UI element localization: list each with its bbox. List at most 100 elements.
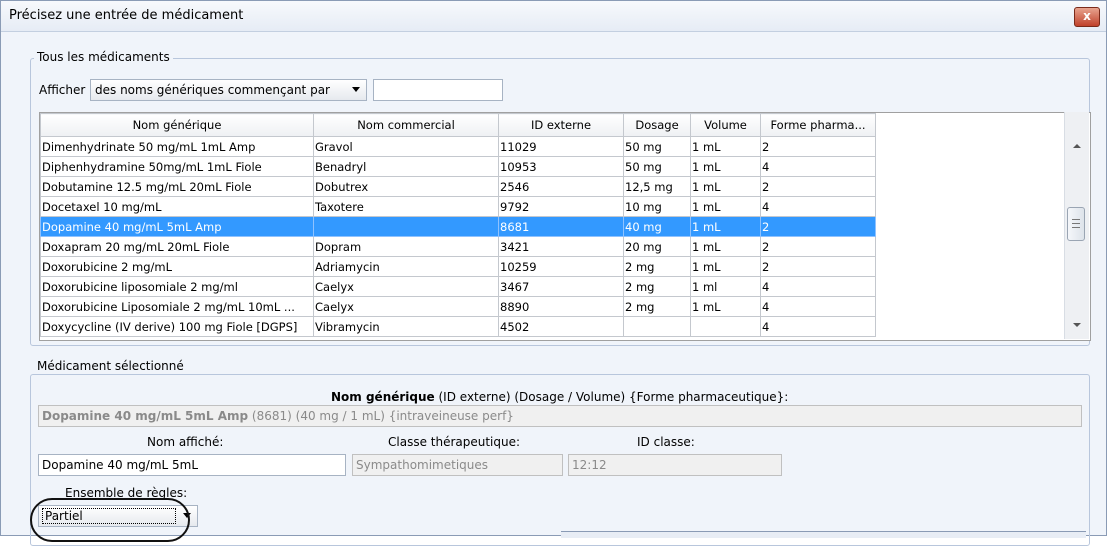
table-cell: 4 <box>760 296 876 317</box>
table-cell: 2546 <box>498 176 624 197</box>
table-row[interactable]: Dopamine 40 mg/mL 5mL Amp 8681 40 mg 1 mL 2 <box>40 216 876 237</box>
table-cell: 11029 <box>498 136 624 157</box>
table-cell: 8890 <box>498 296 624 317</box>
title-bar: Précisez une entrée de médicament x <box>1 1 1106 32</box>
table-cell: Doxorubicine Liposomiale 2 mg/mL 10mL ..… <box>40 296 314 317</box>
table-cell: 2 mg <box>623 256 691 277</box>
table-cell: 1 mL <box>690 156 761 177</box>
table-cell: Docetaxel 10 mg/mL <box>40 196 314 217</box>
table-cell: 2 mg <box>623 276 691 297</box>
table-cell: Taxotere <box>313 196 499 217</box>
column-header[interactable]: Volume <box>690 113 761 137</box>
table-cell: 50 mg <box>623 136 691 157</box>
table-cell: Caelyx <box>313 276 499 297</box>
class-id-label: ID classe: <box>637 435 695 449</box>
table-cell: 10 mg <box>623 196 691 217</box>
summary-field-rest: (8681) (40 mg / 1 mL) {intraveineuse per… <box>248 409 514 423</box>
table-cell: 2 <box>760 256 876 277</box>
summary-header: Nom générique (ID externe) (Dosage / Vol… <box>331 390 788 404</box>
table-cell: Dopram <box>313 236 499 257</box>
table-row[interactable]: Docetaxel 10 mg/mL Taxotere 9792 10 mg 1 mL 4 <box>40 196 876 217</box>
table-cell: 1 mL <box>690 136 761 157</box>
chevron-down-icon <box>352 87 360 92</box>
table-cell: 1 mL <box>690 216 761 237</box>
table-cell <box>313 216 499 237</box>
partial-panel-edge <box>561 531 1086 538</box>
table-row[interactable]: Doxapram 20 mg/mL 20mL Fiole Dopram 3421 20… <box>40 236 876 257</box>
table-cell: Dobutamine 12.5 mg/mL 20mL Fiole <box>40 176 314 197</box>
table-cell: Doxycycline (IV derive) 100 mg Fiole [DG… <box>40 316 314 337</box>
table-cell: 3421 <box>498 236 624 257</box>
search-input[interactable] <box>373 79 503 101</box>
table-cell: 12,5 mg <box>623 176 691 197</box>
table-row[interactable]: Dobutamine 12.5 mg/mL 20mL Fiole Dobutrex… <box>40 176 876 197</box>
table-cell: 40 mg <box>623 216 691 237</box>
table-row[interactable]: Doxorubicine 2 mg/mL Adriamycin 10259 2 mg 1… <box>40 256 876 277</box>
arrow-up-icon[interactable] <box>1073 144 1081 148</box>
therapeutic-class-label: Classe thérapeutique: <box>388 435 521 449</box>
column-header[interactable]: Nom générique <box>40 113 314 137</box>
summary-header-rest: (ID externe) (Dosage / Volume) {Forme ph… <box>434 390 789 404</box>
table-cell: 20 mg <box>623 236 691 257</box>
table-cell: Doxorubicine 2 mg/mL <box>40 256 314 277</box>
close-button[interactable]: x <box>1074 7 1100 27</box>
table-cell: Vibramycin <box>313 316 499 337</box>
table-cell: 10259 <box>498 256 624 277</box>
table-cell: 2 <box>760 176 876 197</box>
table-scrollbar[interactable] <box>1064 112 1089 339</box>
dialog-window: Précisez une entrée de médicament x Tous… <box>0 0 1107 546</box>
table-cell: Dopamine 40 mg/mL 5mL Amp <box>40 216 314 237</box>
table-cell <box>690 316 761 337</box>
table-cell <box>623 316 691 337</box>
column-header[interactable]: ID externe <box>498 113 624 137</box>
filter-dropdown[interactable]: des noms génériques commençant par <box>90 79 367 101</box>
summary-field-bold: Dopamine 40 mg/mL 5mL Amp <box>42 409 249 423</box>
table-cell: 1 ml <box>690 276 761 297</box>
table-cell: 4 <box>760 156 876 177</box>
display-name-label: Nom affiché: <box>147 435 224 449</box>
table-cell: 4 <box>760 316 876 337</box>
table-row[interactable]: Doxycycline (IV derive) 100 mg Fiole [DG… <box>40 316 876 337</box>
all-drugs-legend: Tous les médicaments <box>34 50 173 64</box>
table-cell: 4502 <box>498 316 624 337</box>
highlight-ellipse <box>30 498 190 542</box>
table-cell: 2 <box>760 136 876 157</box>
table-cell: 9792 <box>498 196 624 217</box>
table-cell: Benadryl <box>313 156 499 177</box>
table-cell: 10953 <box>498 156 624 177</box>
table-cell: Diphenhydramine 50mg/mL 1mL Fiole <box>40 156 314 177</box>
arrow-down-icon[interactable] <box>1073 323 1081 327</box>
close-icon: x <box>1083 9 1091 23</box>
table-cell: 4 <box>760 276 876 297</box>
table-cell: Doxapram 20 mg/mL 20mL Fiole <box>40 236 314 257</box>
table-cell: 8681 <box>498 216 624 237</box>
column-header[interactable]: Nom commercial <box>313 113 499 137</box>
show-label: Afficher <box>39 83 86 97</box>
table-row[interactable]: Diphenhydramine 50mg/mL 1mL Fiole Benadry… <box>40 156 876 177</box>
scrollbar-thumb[interactable] <box>1067 207 1085 241</box>
window-title: Précisez une entrée de médicament <box>9 8 244 23</box>
table-cell: 2 <box>760 216 876 237</box>
class-id-field: 12:12 <box>568 454 782 476</box>
drug-table: Nom générique Nom commercial ID externe Dos… <box>39 112 1091 341</box>
table-cell: 4 <box>760 196 876 217</box>
column-header[interactable]: Dosage <box>623 113 691 137</box>
summary-header-bold: Nom générique <box>331 390 435 404</box>
table-cell: Dimenhydrinate 50 mg/mL 1mL Amp <box>40 136 314 157</box>
display-name-field[interactable]: Dopamine 40 mg/mL 5mL <box>38 454 346 476</box>
filter-dropdown-value: des noms génériques commençant par <box>95 83 330 97</box>
table-cell: 1 mL <box>690 236 761 257</box>
table-cell: 2 <box>760 236 876 257</box>
drug-grid: Nom générique Nom commercial ID externe Dos… <box>40 113 876 337</box>
table-row[interactable]: Doxorubicine Liposomiale 2 mg/mL 10mL ..… <box>40 296 876 317</box>
column-header[interactable]: Forme pharma... <box>760 113 876 137</box>
table-cell: 1 mL <box>690 196 761 217</box>
table-row[interactable]: Doxorubicine liposomiale 2 mg/ml Caelyx 34… <box>40 276 876 297</box>
table-cell: 1 mL <box>690 296 761 317</box>
selected-drug-legend: Médicament sélectionné <box>34 359 187 373</box>
table-row[interactable]: Dimenhydrinate 50 mg/mL 1mL Amp Gravol 110… <box>40 136 876 157</box>
table-cell: Gravol <box>313 136 499 157</box>
table-cell: 1 mL <box>690 256 761 277</box>
table-cell: Dobutrex <box>313 176 499 197</box>
summary-field: Dopamine 40 mg/mL 5mL Amp (8681) (40 mg … <box>38 405 1082 427</box>
